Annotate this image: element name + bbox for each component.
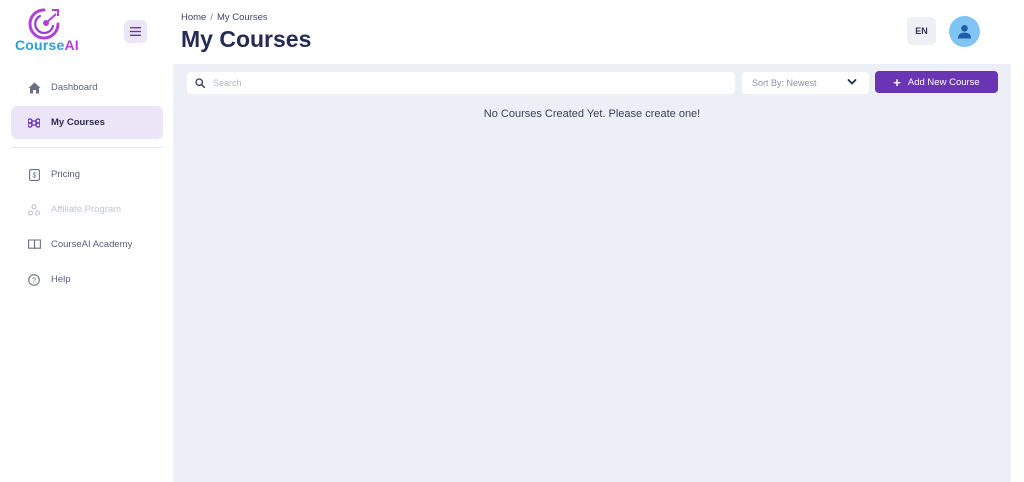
plus-icon: +	[893, 74, 901, 90]
brand-name-part2: AI	[64, 37, 79, 53]
empty-state-message: No Courses Created Yet. Please create on…	[483, 108, 701, 120]
sidebar-item-label: Dashboard	[51, 82, 98, 93]
sidebar-divider	[11, 147, 163, 148]
user-icon	[958, 25, 971, 39]
add-new-course-label: Add New Course	[907, 76, 980, 88]
search-icon	[195, 78, 205, 88]
sidebar-item-courseai-academy[interactable]: CourseAI Academy	[11, 228, 163, 261]
sidebar-item-help[interactable]: ? Help	[11, 263, 163, 296]
page-title: My Courses	[181, 26, 312, 52]
breadcrumb: Home / My Courses	[181, 12, 268, 23]
brand-name: CourseAI	[15, 37, 79, 53]
avatar[interactable]	[949, 16, 980, 47]
dollar-icon: $	[27, 168, 41, 182]
command-icon	[27, 116, 41, 130]
sidebar-item-dashboard[interactable]: Dashboard	[11, 71, 163, 104]
add-new-course-button[interactable]: + Add New Course	[875, 71, 998, 93]
hamburger-icon	[130, 27, 141, 36]
sidebar-item-label: My Courses	[51, 117, 105, 128]
search-bar[interactable]	[187, 72, 735, 94]
svg-text:?: ?	[32, 275, 36, 284]
page-edge	[1011, 64, 1024, 482]
sidebar-item-label: Affiliate Program	[51, 204, 122, 215]
sort-dropdown-label: Sort By: Newest	[752, 78, 817, 88]
svg-text:$: $	[32, 172, 36, 179]
sort-dropdown[interactable]: Sort By: Newest	[742, 72, 869, 94]
book-icon	[27, 238, 41, 252]
breadcrumb-current: My Courses	[216, 12, 268, 23]
breadcrumb-separator: /	[210, 12, 213, 23]
menu-toggle-button[interactable]	[124, 20, 147, 43]
sidebar: CourseAI Dashboard My Courses $ Pricing …	[0, 0, 173, 482]
app-root: CourseAI Dashboard My Courses $ Pricing …	[0, 0, 1024, 482]
page-header: Home / My Courses My Courses EN	[173, 0, 1024, 64]
sidebar-nav: Dashboard My Courses $ Pricing Affiliate…	[11, 71, 163, 296]
sidebar-item-label: Pricing	[51, 169, 81, 180]
sidebar-item-affiliate-program[interactable]: Affiliate Program	[11, 193, 163, 226]
sidebar-item-label: Help	[51, 274, 71, 285]
brand-name-part1: Course	[15, 37, 65, 53]
people-icon	[27, 203, 41, 217]
sidebar-item-my-courses[interactable]: My Courses	[11, 106, 163, 139]
language-button[interactable]: EN	[907, 17, 936, 45]
sidebar-item-label: CourseAI Academy	[51, 239, 133, 250]
breadcrumb-home-link[interactable]: Home	[181, 12, 206, 23]
chevron-down-icon	[847, 79, 857, 85]
search-input[interactable]	[213, 78, 713, 88]
main-content: Sort By: Newest + Add New Course No Cour…	[173, 64, 1011, 482]
home-icon	[27, 81, 41, 95]
sidebar-item-pricing[interactable]: $ Pricing	[11, 158, 163, 191]
help-icon: ?	[27, 273, 41, 287]
